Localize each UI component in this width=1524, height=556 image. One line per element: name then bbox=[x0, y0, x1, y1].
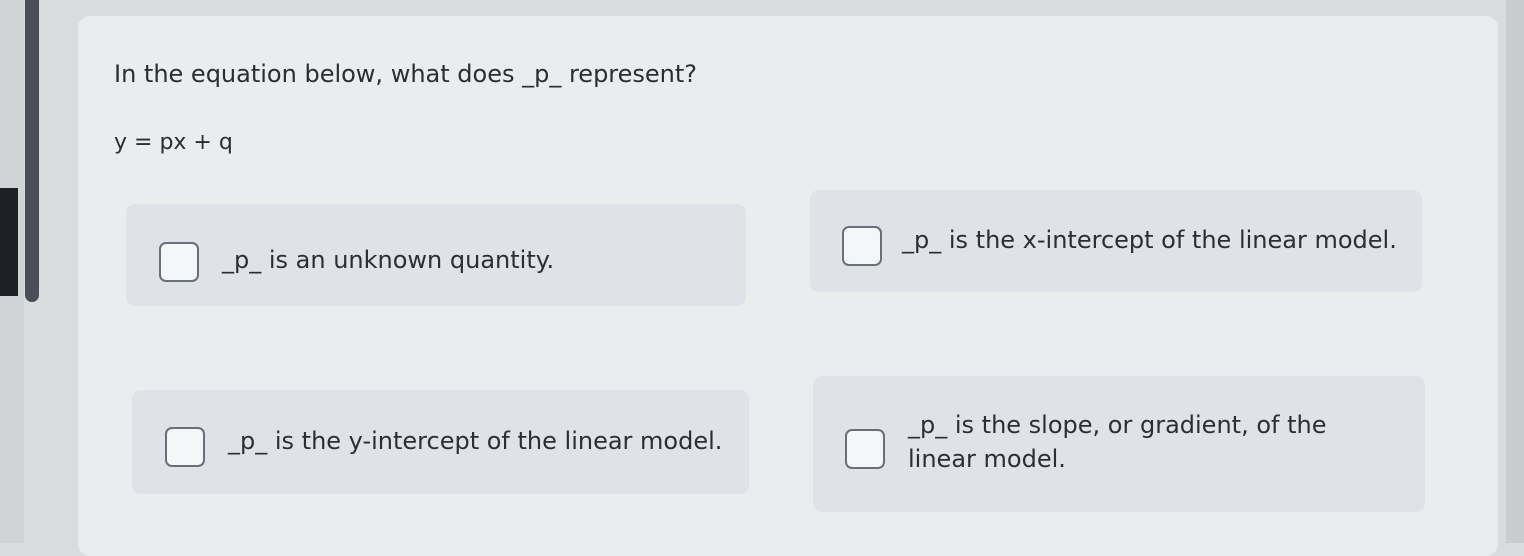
answer-option-label: _p_ is the x-intercept of the linear mod… bbox=[902, 226, 1397, 254]
question-prompt: In the equation below, what does _p_ rep… bbox=[114, 60, 698, 88]
scrollbar[interactable] bbox=[25, 0, 39, 302]
equation: y = px + q bbox=[114, 130, 233, 155]
checkbox-icon[interactable] bbox=[165, 427, 205, 467]
checkbox-icon[interactable] bbox=[842, 226, 882, 266]
answer-option-label: _p_ is an unknown quantity. bbox=[222, 246, 555, 274]
checkbox-icon[interactable] bbox=[845, 429, 885, 469]
checkbox-icon[interactable] bbox=[159, 242, 199, 282]
answer-option-2[interactable]: _p_ is the x-intercept of the linear mod… bbox=[810, 190, 1422, 292]
answer-option-3[interactable]: _p_ is the y-intercept of the linear mod… bbox=[132, 390, 749, 494]
answer-option-label: _p_ is the y-intercept of the linear mod… bbox=[228, 427, 723, 455]
answer-option-label: _p_ is the slope, or gradient, of the li… bbox=[908, 411, 1327, 473]
right-panel-edge bbox=[1506, 0, 1524, 543]
answer-option-4[interactable]: _p_ is the slope, or gradient, of the li… bbox=[813, 376, 1425, 512]
left-panel-tab bbox=[0, 188, 18, 296]
answer-option-1[interactable]: _p_ is an unknown quantity. bbox=[126, 204, 746, 306]
